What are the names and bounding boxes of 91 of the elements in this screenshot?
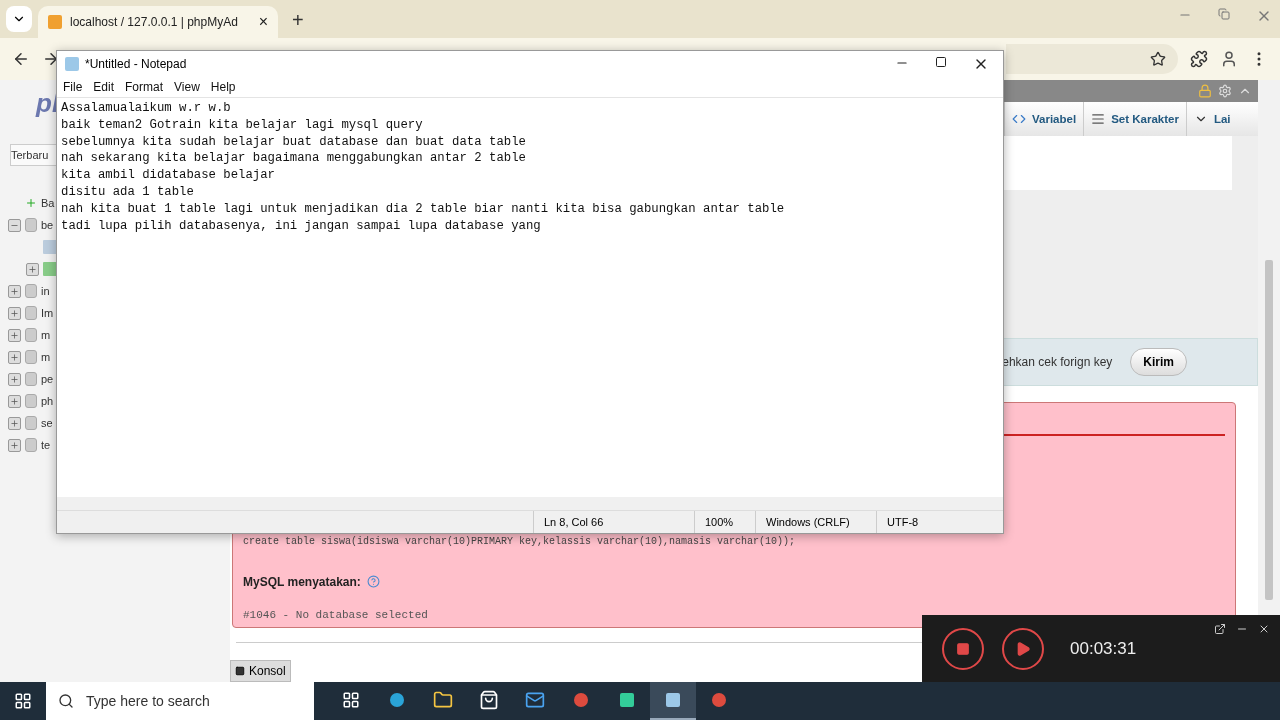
- text-line: nah kita buat 1 table lagi untuk menjadikan dia 2 table biar nanti kita bisa gabungkan antar table: [61, 200, 786, 218]
- mail-icon: [525, 690, 545, 710]
- console-icon: [235, 666, 245, 677]
- tree-item[interactable]: te: [41, 439, 51, 451]
- status-text: Ln 8, Col 66: [533, 511, 694, 533]
- tab-title: localhost / 127.0.0.1 | phpMyAd: [70, 15, 239, 29]
- menu-tab[interactable]: Lai: [1185, 101, 1238, 136]
- search-icon: [58, 693, 74, 709]
- status-text: UTF-8: [876, 511, 977, 533]
- app-icon: [620, 693, 634, 707]
- status-text: 100%: [694, 511, 755, 533]
- list-icon: [1091, 111, 1106, 126]
- menu-item[interactable]: File: [63, 80, 83, 94]
- close-icon[interactable]: [1258, 623, 1270, 635]
- stop-icon: [956, 641, 970, 656]
- expand-icon[interactable]: [8, 416, 21, 430]
- text-line: tadi lupa pilih databasenya, ini jangan sampai lupa database yang: [61, 217, 542, 235]
- scrollbar-thumb[interactable]: [1265, 260, 1273, 600]
- console-tab[interactable]: Konsol: [230, 660, 291, 682]
- tree-item[interactable]: Ba: [41, 197, 55, 209]
- new-icon: [25, 197, 37, 209]
- browser-tab[interactable]: localhost / 127.0.0.1 | phpMyAd ×: [38, 6, 278, 38]
- collapse-icon[interactable]: [8, 218, 21, 232]
- text-line: nah sekarang kita belajar bagaimana menggabungkan antar 2 table: [61, 150, 527, 168]
- database-icon: [25, 350, 37, 364]
- task-view-icon: [342, 691, 360, 709]
- restore-icon: [1218, 8, 1230, 20]
- database-icon: [25, 416, 37, 430]
- window-title: *Untitled - Notepad: [85, 57, 187, 71]
- popout-icon[interactable]: [1214, 623, 1226, 635]
- store-icon: [479, 690, 499, 710]
- tree-item[interactable]: Im: [41, 307, 54, 319]
- expand-icon[interactable]: [8, 350, 21, 364]
- profile-icon[interactable]: [1220, 50, 1238, 68]
- menu-tab[interactable]: Set Karakter: [1083, 101, 1186, 136]
- database-icon: [25, 328, 37, 342]
- database-icon: [25, 218, 37, 232]
- expand-icon[interactable]: [8, 284, 21, 298]
- status-text: Windows (CRLF): [755, 511, 876, 533]
- database-icon: [25, 372, 37, 386]
- menu-item[interactable]: Format: [125, 80, 164, 94]
- recording-time: 00:03:31: [1070, 638, 1137, 659]
- expand-icon[interactable]: [8, 438, 21, 452]
- play-button[interactable]: [1002, 627, 1044, 670]
- tree-item[interactable]: in: [41, 285, 50, 297]
- text-line: baik teman2 Gotrain kita belajar lagi mysql query: [61, 116, 424, 134]
- menu-item[interactable]: Edit: [93, 80, 115, 94]
- expand-icon[interactable]: [8, 328, 21, 342]
- expand-icon[interactable]: [8, 372, 21, 386]
- tree-item[interactable]: ph: [41, 395, 54, 407]
- site-icon: [48, 15, 62, 29]
- menu-item[interactable]: View: [174, 80, 200, 94]
- tree-item[interactable]: se: [41, 417, 53, 429]
- play-icon: [1015, 640, 1031, 657]
- database-icon: [25, 394, 37, 408]
- text-line: sebelumnya kita sudah belajar buat database dan buat data table: [61, 133, 527, 151]
- tree-item[interactable]: pe: [41, 373, 54, 385]
- windows-start-icon[interactable]: [14, 692, 32, 710]
- maximize-icon[interactable]: [935, 56, 947, 68]
- sql-query: create table siswa(idsiswa varchar(10)PRIMARY key,kelassis varchar(10),namasis varchar(10));: [243, 535, 797, 547]
- text-line: Assalamualaikum w.r w.b: [61, 100, 232, 117]
- star-icon: [1150, 51, 1166, 67]
- expand-icon[interactable]: [8, 394, 21, 408]
- database-icon: [25, 306, 37, 320]
- error-message: #1046 - No database selected: [243, 608, 429, 621]
- text-line: disitu ada 1 table: [61, 184, 195, 201]
- settings-icon: [1218, 83, 1232, 98]
- recent-dropdown[interactable]: Terbaru: [10, 144, 58, 166]
- back-icon[interactable]: [12, 50, 30, 68]
- search-box[interactable]: Type here to search: [46, 682, 314, 720]
- tree-item[interactable]: m: [41, 351, 51, 363]
- error-heading: MySQL menyatakan:: [243, 574, 361, 589]
- tree-item[interactable]: m: [41, 329, 51, 341]
- database-icon: [25, 438, 37, 452]
- new-tab-button[interactable]: +: [292, 9, 304, 32]
- close-tab-button[interactable]: ×: [258, 13, 268, 31]
- tab-search-button[interactable]: [6, 6, 32, 32]
- stop-button[interactable]: [942, 627, 984, 670]
- expand-icon[interactable]: [26, 262, 39, 276]
- search-field[interactable]: Type here to search: [84, 692, 314, 710]
- text-line: kita ambil didatabase belajar: [61, 167, 276, 184]
- help-icon[interactable]: [366, 575, 380, 589]
- folder-icon: [433, 690, 453, 710]
- expand-icon[interactable]: [8, 306, 21, 320]
- tree-item[interactable]: be: [41, 219, 54, 231]
- horizontal-scrollbar[interactable]: [57, 497, 1003, 510]
- lock-icon: [1198, 83, 1212, 98]
- menu-item[interactable]: Help: [210, 80, 236, 94]
- extensions-icon[interactable]: [1190, 50, 1208, 68]
- database-icon: [25, 284, 37, 298]
- submit-button[interactable]: Kirim: [1130, 347, 1187, 376]
